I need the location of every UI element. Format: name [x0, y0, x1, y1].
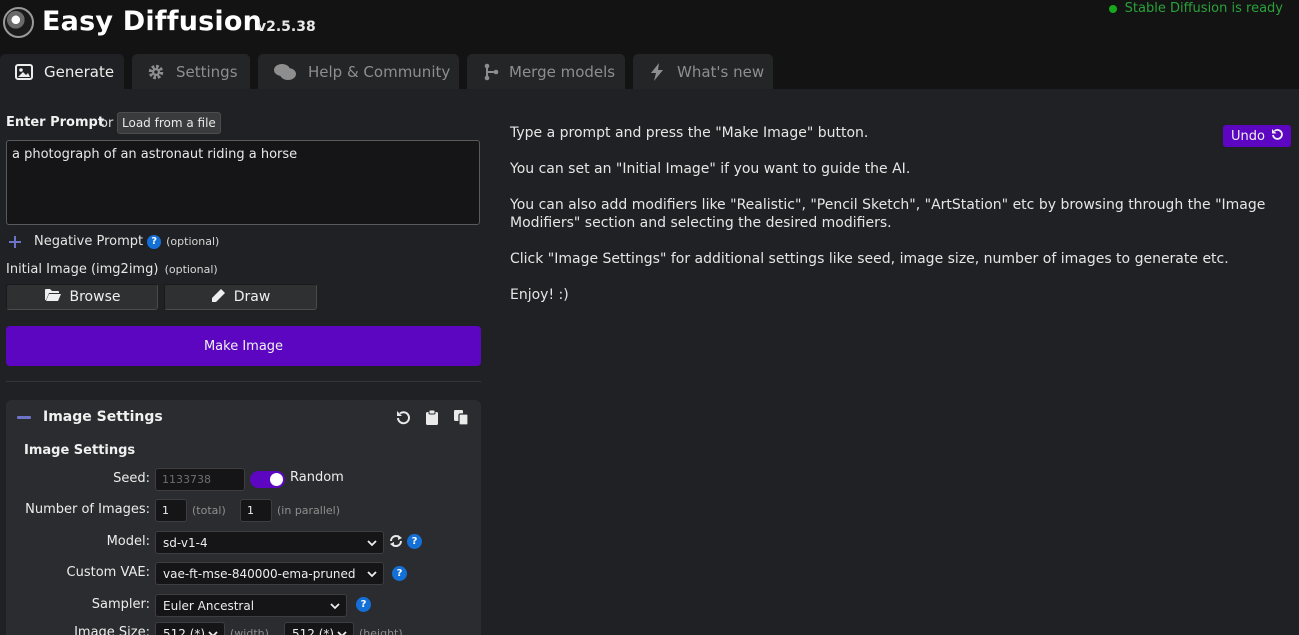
image-settings-subtitle: Image Settings — [24, 443, 136, 458]
num-images-label: Number of Images: — [25, 502, 150, 517]
browse-button[interactable]: Browse — [6, 284, 158, 310]
reset-icon[interactable] — [394, 409, 411, 426]
width-unit: (width) — [230, 627, 269, 635]
height-unit: (height) — [359, 627, 403, 635]
tab-merge-models[interactable]: Merge models — [467, 54, 625, 89]
tab-label: Settings — [176, 62, 238, 81]
num-images-parallel-input[interactable]: 1 — [240, 499, 272, 522]
chevron-down-icon — [337, 628, 347, 635]
negative-prompt-label: Negative Prompt — [34, 234, 144, 249]
random-seed-toggle[interactable] — [250, 471, 285, 488]
sampler-value: Euler Ancestral — [163, 598, 255, 613]
image-size-label: Image Size: — [74, 625, 150, 635]
plus-icon — [8, 235, 22, 249]
instruction-line: Click "Image Settings" for additional se… — [510, 251, 1229, 267]
tab-label: Merge models — [509, 62, 616, 81]
make-image-button[interactable]: Make Image — [6, 326, 481, 366]
merge-icon — [482, 63, 500, 81]
app-logo — [3, 7, 34, 38]
folder-open-icon — [44, 288, 62, 306]
random-label: Random — [290, 470, 344, 485]
minus-icon[interactable] — [17, 416, 31, 419]
vae-label: Custom VAE: — [66, 565, 150, 580]
instruction-line: Enjoy! :) — [510, 287, 569, 303]
instruction-line: Type a prompt and press the "Make Image"… — [510, 125, 869, 141]
status-dot-icon — [1108, 4, 1117, 13]
tab-settings[interactable]: Settings — [132, 54, 250, 89]
tab-label: What's new — [677, 62, 765, 81]
card-actions — [394, 409, 469, 426]
model-select[interactable]: sd-v1-4 — [155, 531, 384, 554]
chevron-down-icon — [367, 568, 377, 578]
initial-image-label: Initial Image (img2img) (optional) — [6, 262, 218, 277]
app-version: v2.5.38 — [257, 19, 316, 35]
undo-button[interactable]: Undo — [1223, 125, 1291, 147]
help-icon[interactable]: ? — [147, 234, 162, 249]
model-value: sd-v1-4 — [163, 535, 208, 550]
help-icon[interactable]: ? — [392, 566, 407, 581]
divider — [6, 381, 481, 382]
prompt-or-text: or — [100, 116, 114, 131]
tab-bar: Generate Settings Help & Community Merge… — [0, 54, 1299, 89]
width-value: 512 (*) — [163, 626, 206, 635]
initial-image-text: Initial Image (img2img) — [6, 262, 159, 277]
sampler-label: Sampler: — [91, 597, 150, 612]
optional-label: (optional) — [164, 263, 218, 276]
gear-icon — [147, 63, 165, 81]
vae-select[interactable]: vae-ft-mse-840000-ema-pruned — [155, 562, 384, 585]
tab-label: Help & Community — [308, 62, 451, 81]
draw-label: Draw — [233, 289, 271, 305]
image-icon — [15, 63, 33, 81]
pencil-icon — [211, 288, 226, 307]
total-unit: (total) — [192, 504, 226, 517]
refresh-icon[interactable] — [389, 534, 403, 552]
draw-button[interactable]: Draw — [164, 284, 317, 310]
parallel-unit: (in parallel) — [277, 504, 341, 517]
model-label: Model: — [106, 534, 150, 549]
width-select[interactable]: 512 (*) — [155, 622, 225, 635]
negative-prompt-toggle[interactable]: Negative Prompt ? (optional) — [8, 234, 219, 249]
undo-label: Undo — [1231, 128, 1265, 144]
tab-generate[interactable]: Generate — [0, 54, 124, 89]
chevron-down-icon — [367, 537, 377, 547]
tab-label: Generate — [44, 62, 115, 81]
vae-value: vae-ft-mse-840000-ema-pruned — [163, 566, 356, 581]
comments-icon — [273, 63, 297, 81]
tab-help-community[interactable]: Help & Community — [258, 54, 459, 89]
tab-whats-new[interactable]: What's new — [633, 54, 773, 89]
num-images-total-input[interactable]: 1 — [155, 499, 187, 522]
copy-icon[interactable] — [452, 409, 469, 426]
chevron-down-icon — [330, 600, 340, 610]
chevron-down-icon — [208, 628, 218, 635]
sampler-select[interactable]: Euler Ancestral — [155, 594, 347, 617]
app-header: Easy Diffusion v2.5.38 Stable Diffusion … — [0, 0, 1299, 54]
help-icon[interactable]: ? — [407, 534, 422, 549]
app-title: Easy Diffusion — [42, 6, 263, 37]
image-settings-title[interactable]: Image Settings — [43, 409, 163, 425]
optional-label: (optional) — [166, 235, 220, 248]
help-icon[interactable]: ? — [356, 597, 371, 612]
prompt-label: Enter Prompt — [6, 115, 105, 130]
height-value: 512 (*) — [292, 626, 335, 635]
instruction-line: You can also add modifiers like "Realist… — [510, 197, 1266, 231]
instruction-line: You can set an "Initial Image" if you wa… — [510, 161, 911, 177]
seed-input[interactable]: 1133738 — [155, 468, 245, 491]
status-text: Stable Diffusion is ready — [1124, 1, 1283, 16]
seed-label: Seed: — [113, 471, 150, 486]
height-select[interactable]: 512 (*) — [284, 622, 354, 635]
load-from-file-button[interactable]: Load from a file — [117, 112, 221, 134]
browse-label: Browse — [69, 289, 121, 305]
undo-icon — [1270, 128, 1283, 145]
instructions-panel: Type a prompt and press the "Make Image"… — [510, 124, 1288, 322]
server-status: Stable Diffusion is ready — [1108, 1, 1283, 16]
bolt-icon — [648, 62, 666, 81]
editor-panel: Enter Prompt or Load from a file a photo… — [0, 89, 490, 635]
clipboard-icon[interactable] — [423, 409, 440, 426]
image-settings-card: Image Settings Image Settings Seed: 1133… — [6, 400, 481, 635]
prompt-input[interactable]: a photograph of an astronaut riding a ho… — [6, 140, 480, 225]
